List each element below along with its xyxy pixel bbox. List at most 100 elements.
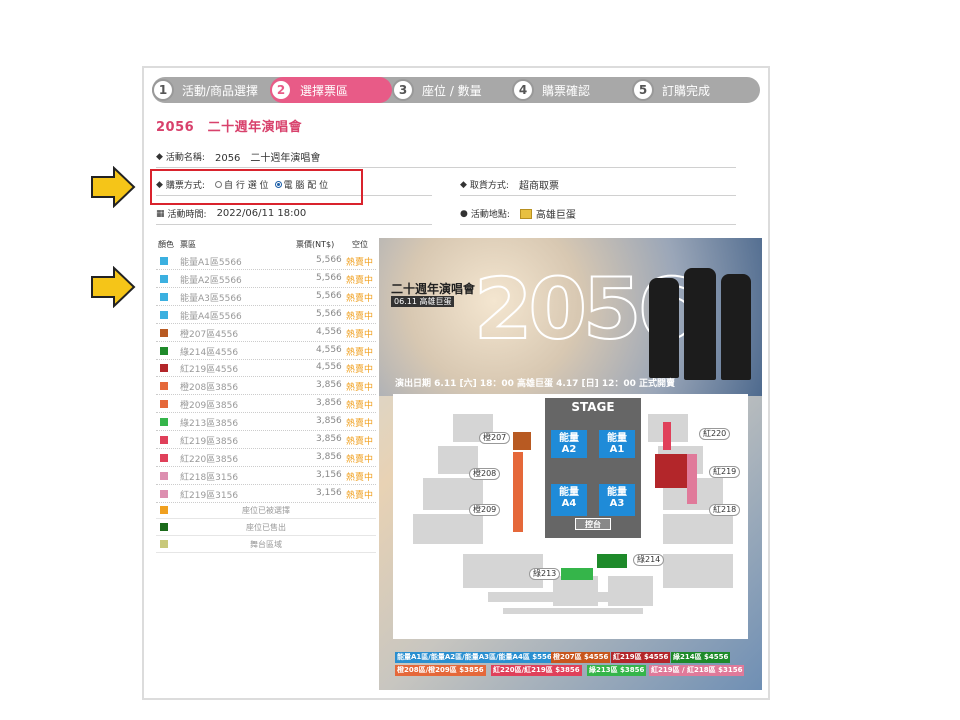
zone-color-swatch xyxy=(160,418,168,427)
zone-status: 熱賣中 xyxy=(346,275,374,286)
zone-price: 3,856 xyxy=(316,398,342,409)
zone-status: 熱賣中 xyxy=(346,329,374,340)
zone-name: 橙209區3856 xyxy=(180,401,239,412)
zone-name: 紅218區3156 xyxy=(180,472,239,483)
table-row[interactable]: 紅219區3156 3,156 熱賣中 xyxy=(156,485,376,503)
zone-207[interactable] xyxy=(513,432,531,450)
zone-name: 紅219區4556 xyxy=(180,365,239,376)
zone-name: 橙207區4556 xyxy=(180,329,239,340)
col-avail: 空位 xyxy=(352,240,368,249)
zone-color-swatch xyxy=(160,453,168,462)
zone-status: 熱賣中 xyxy=(346,472,374,483)
label-214: 綠214 xyxy=(633,554,665,566)
table-row[interactable]: 能量A3區5566 5,566 熱賣中 xyxy=(156,288,376,306)
event-time-row: ▦ 活動時間: 2022/06/11 18:00 xyxy=(156,203,432,225)
zone-price: 3,156 xyxy=(316,487,342,498)
table-row[interactable]: 橙208區3856 3,856 熱賣中 xyxy=(156,377,376,396)
step-label: 購票確認 xyxy=(542,83,591,98)
time-label: 活動時間: xyxy=(167,210,207,220)
seat-map[interactable]: STAGE 能量 A2 能量 A1 能量 A4 能量 A3 控台 橙207 橙208 橙… xyxy=(393,394,748,639)
step-number: 4 xyxy=(512,79,534,101)
poster-date-line: 演出日期 6.11 [六] 18：00 高雄巨蛋 4.17 [日] 12：00 … xyxy=(395,379,676,389)
zone-a1[interactable]: 能量 A1 xyxy=(599,430,635,458)
pickup-row: ◆ 取貨方式: 超商取票 xyxy=(460,174,736,196)
zone-price: 5,566 xyxy=(316,290,342,301)
legend-row: 座位已售出 xyxy=(156,519,376,536)
table-row[interactable]: 紅219區3856 3,856 熱賣中 xyxy=(156,431,376,449)
zone-color-swatch xyxy=(160,310,168,319)
zone-status: 熱賣中 xyxy=(346,258,374,268)
price-tag-220-219: 紅220區/紅219區 $3856 xyxy=(491,665,582,676)
label-207: 橙207 xyxy=(479,432,511,444)
zone-status: 熱賣中 xyxy=(346,365,374,376)
price-tag-208-209: 橙208區/橙209區 $3856 xyxy=(395,665,486,676)
time-value: 2022/06/11 18:00 xyxy=(216,208,307,219)
col-price: 票價(NT$) xyxy=(296,240,335,249)
zone-a2[interactable]: 能量 A2 xyxy=(551,430,587,458)
zone-220[interactable] xyxy=(663,422,671,450)
zone-price: 5,566 xyxy=(316,308,342,319)
label-220: 紅220 xyxy=(699,428,731,440)
zone-name: 綠214區4556 xyxy=(180,347,239,358)
zone-name: 能量A3區5566 xyxy=(180,293,242,304)
event-name-label: 活動名稱: xyxy=(165,153,205,163)
table-row[interactable]: 能量A4區5566 5,566 熱賣中 xyxy=(156,306,376,324)
zone-name: 能量A4區5566 xyxy=(180,311,242,322)
step-1: 1 活動/商品選擇 xyxy=(152,77,258,103)
zone-color-swatch xyxy=(160,382,168,391)
table-row[interactable]: 能量A1區5566 5,566 熱賣中 xyxy=(156,252,376,270)
control-booth: 控台 xyxy=(575,518,611,530)
seat-map-poster: 2056 二十週年演唱會 06.11 高雄巨蛋 演出日期 6.11 [六] 18… xyxy=(379,238,762,690)
table-row[interactable]: 橙209區3856 3,856 熱賣中 xyxy=(156,395,376,414)
zone-214[interactable] xyxy=(597,554,627,568)
step-number: 3 xyxy=(392,79,414,101)
zone-status: 熱賣中 xyxy=(346,383,374,394)
legend-row: 座位已被選擇 xyxy=(156,502,376,519)
map-icon[interactable] xyxy=(519,208,532,219)
step-5: 5 訂購完成 xyxy=(632,77,710,103)
zone-a4[interactable]: 能量 A4 xyxy=(551,484,587,516)
zone-color-swatch xyxy=(160,436,168,444)
step-label: 訂購完成 xyxy=(662,83,711,98)
step-3: 3 座位 / 數量 xyxy=(392,77,482,103)
zone-price: 3,856 xyxy=(316,380,342,391)
table-row[interactable]: 能量A2區5566 5,566 熱賣中 xyxy=(156,270,376,288)
zone-status: 熱賣中 xyxy=(346,347,374,358)
zone-price: 3,856 xyxy=(316,416,342,427)
event-name-row: ◆ 活動名稱: 2056 二十週年演唱會 xyxy=(156,146,736,168)
location-pin-icon: ● xyxy=(460,208,468,219)
zone-price: 3,856 xyxy=(316,434,342,444)
zone-218[interactable] xyxy=(687,454,697,504)
zone-color-swatch xyxy=(160,471,168,480)
zone-price: 4,556 xyxy=(316,326,342,337)
table-row[interactable]: 紅220區3856 3,856 熱賣中 xyxy=(156,449,376,467)
zone-a3[interactable]: 能量 A3 xyxy=(599,484,635,516)
zone-color-swatch xyxy=(160,489,168,498)
zone-213[interactable] xyxy=(561,568,593,580)
price-tag-energy: 能量A1區/能量A2區/能量A3區/能量A4區 $5566 xyxy=(395,652,559,663)
pickup-value: 超商取票 xyxy=(518,181,559,192)
step-number: 1 xyxy=(152,79,174,101)
zone-price: 5,566 xyxy=(316,272,342,283)
zone-color-swatch xyxy=(160,364,168,373)
zone-219[interactable] xyxy=(655,454,687,488)
zone-status: 熱賣中 xyxy=(346,311,374,322)
legend-row: 舞台區域 xyxy=(156,536,376,553)
price-tag-214: 綠214區 $4556 xyxy=(671,652,731,663)
table-row[interactable]: 橙207區4556 4,556 熱賣中 xyxy=(156,324,376,342)
poster-date-venue: 06.11 高雄巨蛋 xyxy=(391,296,455,307)
zone-price: 4,556 xyxy=(316,344,342,355)
zone-status: 熱賣中 xyxy=(346,401,374,412)
table-row[interactable]: 紅218區3156 3,156 熱賣中 xyxy=(156,467,376,485)
tag-icon: ◆ xyxy=(156,151,163,162)
step-label: 座位 / 數量 xyxy=(422,83,482,98)
table-row[interactable]: 綠213區3856 3,856 熱賣中 xyxy=(156,413,376,432)
zone-color-swatch xyxy=(160,328,168,337)
price-tag-219-218: 紅219區 / 紅218區 $3156 xyxy=(649,665,745,676)
zone-color-swatch xyxy=(160,274,168,283)
zone-208-209[interactable] xyxy=(513,452,523,532)
legend-label: 舞台區域 xyxy=(250,540,282,549)
table-row[interactable]: 綠214區4556 4,556 熱賣中 xyxy=(156,342,376,360)
table-row[interactable]: 紅219區4556 4,556 熱賣中 xyxy=(156,359,376,378)
venue-value[interactable]: 高雄巨蛋 xyxy=(536,206,576,221)
